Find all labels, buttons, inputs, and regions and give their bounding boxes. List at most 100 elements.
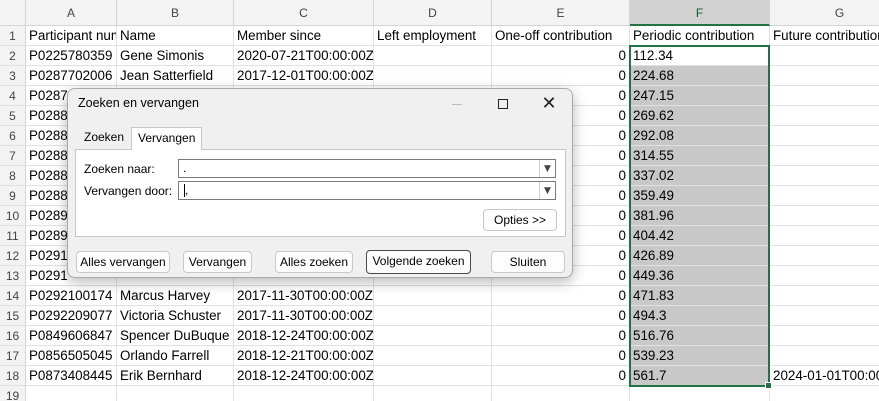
row-header-11[interactable]: 11 [0, 226, 26, 246]
cell-C16[interactable]: 2018-12-24T00:00:00Z [234, 326, 374, 346]
cell-D3[interactable] [374, 66, 492, 86]
cell-B15[interactable]: Victoria Schuster [117, 306, 234, 326]
row-header-15[interactable]: 15 [0, 306, 26, 326]
close-window-button[interactable]: ✕ [526, 89, 572, 119]
cell-G2[interactable] [770, 46, 879, 66]
cell-C17[interactable]: 2018-12-21T00:00:00Z [234, 346, 374, 366]
row-header-5[interactable]: 5 [0, 106, 26, 126]
cell-B19[interactable] [117, 386, 234, 401]
cell-E16[interactable]: 0 [492, 326, 630, 346]
column-header-B[interactable]: B [117, 0, 234, 26]
cell-A17[interactable]: P0856505045 [26, 346, 117, 366]
column-header-D[interactable]: D [374, 0, 492, 26]
cell-C2[interactable]: 2020-07-21T00:00:00Z [234, 46, 374, 66]
cell-C18[interactable]: 2018-12-24T00:00:00Z [234, 366, 374, 386]
cell-G19[interactable] [770, 386, 879, 401]
cell-F18[interactable]: 561.7 [630, 366, 770, 386]
header-cell-D[interactable]: Left employment [374, 26, 492, 46]
cell-D15[interactable] [374, 306, 492, 326]
cell-F9[interactable]: 359.49 [630, 186, 770, 206]
cell-G7[interactable] [770, 146, 879, 166]
column-header-E[interactable]: E [492, 0, 630, 26]
find-what-input[interactable]: . ▼ [178, 159, 556, 178]
cell-F7[interactable]: 314.55 [630, 146, 770, 166]
cell-F14[interactable]: 471.83 [630, 286, 770, 306]
cell-D19[interactable] [374, 386, 492, 401]
cell-G4[interactable] [770, 86, 879, 106]
row-header-13[interactable]: 13 [0, 266, 26, 286]
cell-F16[interactable]: 516.76 [630, 326, 770, 346]
select-all-corner[interactable] [0, 0, 26, 26]
column-header-C[interactable]: C [234, 0, 374, 26]
cell-G13[interactable] [770, 266, 879, 286]
cell-C19[interactable] [234, 386, 374, 401]
cell-A18[interactable]: P0873408445 [26, 366, 117, 386]
row-header-17[interactable]: 17 [0, 346, 26, 366]
tab-find[interactable]: Zoeken [78, 127, 130, 149]
options-button[interactable]: Opties >> [483, 209, 557, 231]
cell-F15[interactable]: 494.3 [630, 306, 770, 326]
find-next-button[interactable]: Volgende zoeken [366, 250, 471, 274]
column-header-A[interactable]: A [26, 0, 117, 26]
row-header-1[interactable]: 1 [0, 26, 26, 46]
cell-D18[interactable] [374, 366, 492, 386]
chevron-down-icon[interactable]: ▼ [539, 160, 555, 177]
cell-A3[interactable]: P0287702006 [26, 66, 117, 86]
cell-B2[interactable]: Gene Simonis [117, 46, 234, 66]
cell-D16[interactable] [374, 326, 492, 346]
cell-F3[interactable]: 224.68 [630, 66, 770, 86]
tab-replace[interactable]: Vervangen [131, 127, 203, 150]
row-header-3[interactable]: 3 [0, 66, 26, 86]
cell-B17[interactable]: Orlando Farrell [117, 346, 234, 366]
cell-G16[interactable] [770, 326, 879, 346]
row-header-4[interactable]: 4 [0, 86, 26, 106]
cell-C14[interactable]: 2017-11-30T00:00:00Z [234, 286, 374, 306]
row-header-7[interactable]: 7 [0, 146, 26, 166]
cell-G15[interactable] [770, 306, 879, 326]
row-header-8[interactable]: 8 [0, 166, 26, 186]
cell-D14[interactable] [374, 286, 492, 306]
cell-F6[interactable]: 292.08 [630, 126, 770, 146]
cell-G8[interactable] [770, 166, 879, 186]
header-cell-C[interactable]: Member since [234, 26, 374, 46]
cell-F5[interactable]: 269.62 [630, 106, 770, 126]
header-cell-B[interactable]: Name [117, 26, 234, 46]
find-all-button[interactable]: Alles zoeken [275, 251, 353, 273]
cell-B3[interactable]: Jean Satterfield [117, 66, 234, 86]
cell-A15[interactable]: P0292209077 [26, 306, 117, 326]
cell-D17[interactable] [374, 346, 492, 366]
cell-F10[interactable]: 381.96 [630, 206, 770, 226]
cell-F12[interactable]: 426.89 [630, 246, 770, 266]
replace-all-button[interactable]: Alles vervangen [76, 251, 170, 273]
close-button[interactable]: Sluiten [491, 251, 565, 273]
row-header-6[interactable]: 6 [0, 126, 26, 146]
cell-E14[interactable]: 0 [492, 286, 630, 306]
cell-A16[interactable]: P0849606847 [26, 326, 117, 346]
cell-E17[interactable]: 0 [492, 346, 630, 366]
header-cell-E[interactable]: One-off contribution [492, 26, 630, 46]
cell-F17[interactable]: 539.23 [630, 346, 770, 366]
chevron-down-icon[interactable]: ▼ [539, 182, 555, 199]
cell-D2[interactable] [374, 46, 492, 66]
cell-G3[interactable] [770, 66, 879, 86]
cell-F8[interactable]: 337.02 [630, 166, 770, 186]
cell-E19[interactable] [492, 386, 630, 401]
row-header-12[interactable]: 12 [0, 246, 26, 266]
cell-G11[interactable] [770, 226, 879, 246]
cell-B16[interactable]: Spencer DuBuque [117, 326, 234, 346]
cell-G12[interactable] [770, 246, 879, 266]
cell-F2[interactable]: 112.34 [630, 46, 770, 66]
cell-G14[interactable] [770, 286, 879, 306]
cell-E18[interactable]: 0 [492, 366, 630, 386]
cell-G17[interactable] [770, 346, 879, 366]
cell-G5[interactable] [770, 106, 879, 126]
row-header-16[interactable]: 16 [0, 326, 26, 346]
cell-G18[interactable]: 2024-01-01T00:00:00Z [770, 366, 879, 386]
column-header-G[interactable]: G [770, 0, 879, 26]
cell-E2[interactable]: 0 [492, 46, 630, 66]
row-header-18[interactable]: 18 [0, 366, 26, 386]
cell-C3[interactable]: 2017-12-01T00:00:00Z [234, 66, 374, 86]
cell-G9[interactable] [770, 186, 879, 206]
row-header-2[interactable]: 2 [0, 46, 26, 66]
maximize-button[interactable] [480, 89, 526, 119]
